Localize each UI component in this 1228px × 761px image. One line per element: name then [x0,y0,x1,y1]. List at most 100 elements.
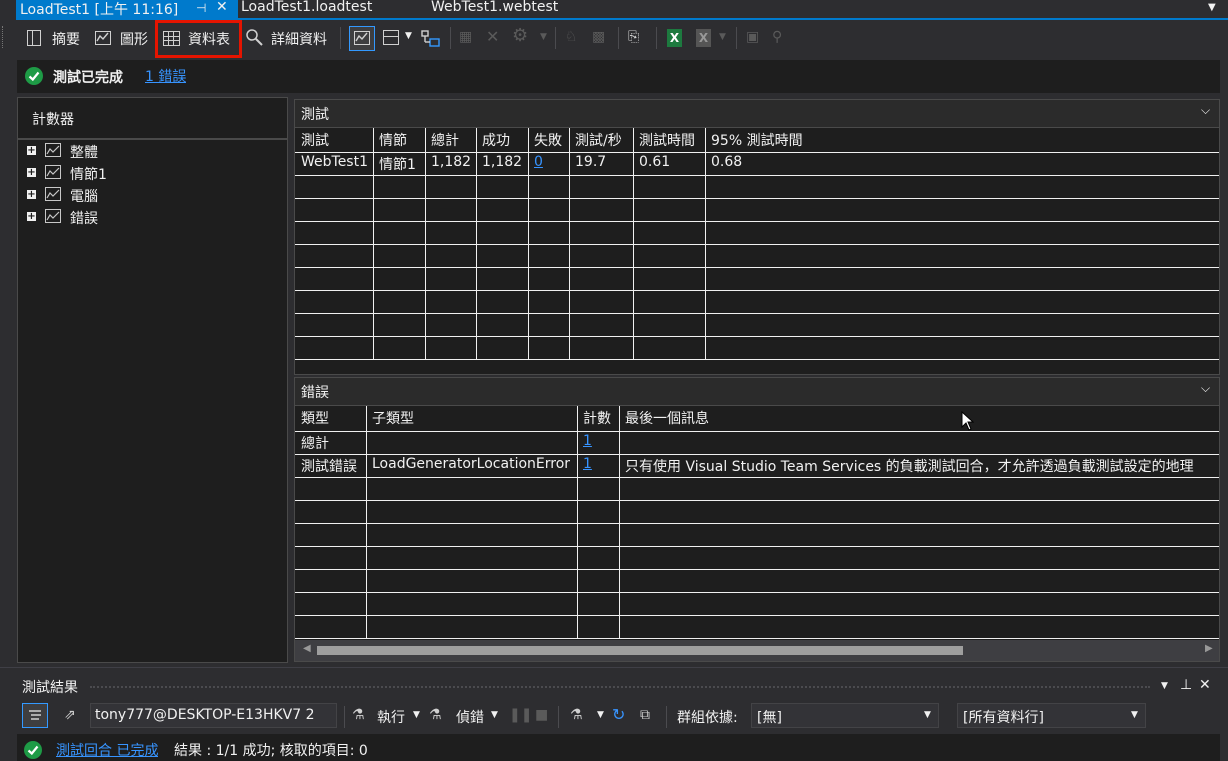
publish-icon[interactable]: ⇗ [64,707,76,723]
results-view-toggle[interactable] [22,703,48,728]
column-header[interactable]: 成功 [482,130,510,150]
user-selector[interactable]: tony777@DESKTOP-E13HKV7 2 [90,703,337,728]
pause-icon: ❚❚ [509,707,533,723]
columns-select[interactable]: [所有資料行] ▼ [957,703,1146,728]
results-summary-bar: 測試回合 已完成 結果 : 1/1 成功; 核取的項目: 0 [17,734,1220,761]
run-status-bar: 測試已完成 1 錯誤 [17,60,1220,93]
run-dropdown-icon[interactable]: ▼ [413,710,420,720]
pin-icon[interactable]: ⊣ [196,1,206,15]
column-header[interactable]: 95% 測試時間 [711,130,803,150]
mouse-cursor [961,411,975,431]
grid-row-line [295,523,1219,524]
column-header[interactable]: 測試/秒 [575,130,622,150]
debug-dropdown-icon[interactable]: ▼ [491,710,498,720]
group-by-select[interactable]: [無] ▼ [751,703,939,728]
grid-row-line [295,175,1219,176]
grid-row-line [295,267,1219,268]
expand-icon[interactable]: + [27,168,36,178]
toolbar-separator [344,706,345,728]
table-row[interactable]: 測試錯誤 LoadGeneratorLocationError 1 只有使用 Visu… [295,454,1219,477]
pane-pin-icon[interactable]: ⊥ [1180,677,1192,693]
errors-table-title: 錯誤 [301,385,329,401]
collapse-chevron-icon[interactable]: ⌵ [1201,381,1210,396]
grid-row-line [295,592,1219,593]
chevron-down-icon: ▼ [924,710,931,720]
errors-link[interactable]: 1 錯誤 [145,66,186,86]
graph-view-toggle[interactable] [349,26,375,51]
tests-table-panel: 測試 ⌵ 測試 情節 總計 成功 失敗 測試/秒 測試時間 95% 測試時間 WebTest1 情… [294,99,1220,375]
status-message: 測試已完成 [53,70,123,86]
table-row[interactable]: WebTest1 情節1 1,182 1,182 0 19.7 0.61 0.68 [295,152,1219,175]
columns-value: [所有資料行] [963,710,1044,726]
trace-icon: ⚲ [772,29,783,45]
grid-row-line [295,221,1219,222]
table-cell: 1,182 [482,154,523,170]
copy-icon[interactable]: ⧉ [640,707,650,723]
run-button[interactable]: 執行 [377,707,405,727]
errors-table-panel: 錯誤 ⌵ 類型 子類型 計數 最後一個訊息 總計 1 測試錯誤 LoadGeneratorLo… [294,377,1220,662]
tree-item-label: 錯誤 [70,211,98,227]
pane-close-icon[interactable]: ✕ [1199,677,1211,693]
pane-menu-icon[interactable]: ▼ [1161,681,1168,691]
column-header[interactable]: 情節 [379,130,407,150]
tests-table-title: 測試 [301,107,329,123]
column-header[interactable]: 失敗 [534,130,562,150]
column-header[interactable]: 子類型 [372,408,414,428]
scroll-left-icon[interactable]: ◀ [303,643,311,654]
column-header[interactable]: 測試時間 [639,130,695,150]
legend-icon[interactable] [421,29,441,49]
baseline-icon: ▩ [592,29,606,45]
group-by-value: [無] [757,710,782,726]
collapse-chevron-icon[interactable]: ⌵ [1201,103,1210,118]
export-icon[interactable]: ⎘ [628,29,639,45]
graphs-button[interactable]: 圖形 [120,29,148,49]
horizontal-scrollbar[interactable]: ◀ ▶ [295,640,1219,661]
refresh-icon[interactable]: ↻ [612,705,625,724]
table-cell-link[interactable]: 1 [583,433,592,449]
layout-icon[interactable] [383,30,399,45]
test-settings-icon[interactable]: ⚗ [570,707,583,723]
table-row[interactable]: 總計 1 [295,431,1219,454]
group-by-label: 群組依據: [677,710,738,726]
table-cell-link[interactable]: 1 [583,456,592,472]
scrollbar-thumb[interactable] [317,646,963,655]
layout-dropdown-icon[interactable]: ▼ [405,31,412,41]
tables-button[interactable]: 資料表 [188,29,230,49]
expand-icon[interactable]: + [27,146,36,156]
expand-icon[interactable]: + [27,190,36,200]
scroll-right-icon[interactable]: ▶ [1205,643,1213,654]
chart-node-icon [45,209,61,223]
graphs-icon [95,31,111,45]
table-cell-link[interactable]: 0 [534,154,543,170]
summary-button[interactable]: 摘要 [52,29,80,49]
test-run-link[interactable]: 測試回合 已完成 [56,740,158,760]
table-cell: 總計 [301,436,329,452]
test-settings-dropdown-icon[interactable]: ▼ [597,710,604,720]
details-button[interactable]: 詳細資料 [271,29,327,49]
column-header[interactable]: 總計 [431,130,459,150]
chart-node-icon [45,143,61,157]
excel-icon[interactable]: X [667,29,682,47]
list-view-icon [29,710,41,720]
tab-webtest-file[interactable]: WebTest1.webtest [431,0,558,15]
toolbar-separator [450,27,451,49]
column-header[interactable]: 測試 [301,130,329,150]
table-cell: 測試錯誤 [301,459,357,475]
tab-loadtest-file[interactable]: LoadTest1.loadtest [241,0,372,15]
tab-overflow-icon[interactable]: ▼ [1208,2,1216,13]
toolbar-separator [666,706,667,728]
debug-button[interactable]: 偵錯 [456,707,484,727]
table-cell: 情節1 [379,157,416,173]
grid-row-line [295,244,1219,245]
tab-loadtest1-results[interactable]: LoadTest1 [上午 11:16] ⊣ ✕ [16,0,238,18]
errors-table-header[interactable]: 錯誤 ⌵ [295,378,1219,406]
grid-row-line [295,500,1219,501]
tests-table-header[interactable]: 測試 ⌵ [295,100,1219,128]
expand-icon[interactable]: + [27,212,36,222]
toolbar-separator [736,27,737,49]
tree-item-label: 電腦 [70,189,98,205]
close-tab-icon[interactable]: ✕ [216,0,228,15]
column-header[interactable]: 計數 [583,408,611,428]
column-header[interactable]: 最後一個訊息 [625,408,709,428]
column-header[interactable]: 類型 [301,408,329,428]
